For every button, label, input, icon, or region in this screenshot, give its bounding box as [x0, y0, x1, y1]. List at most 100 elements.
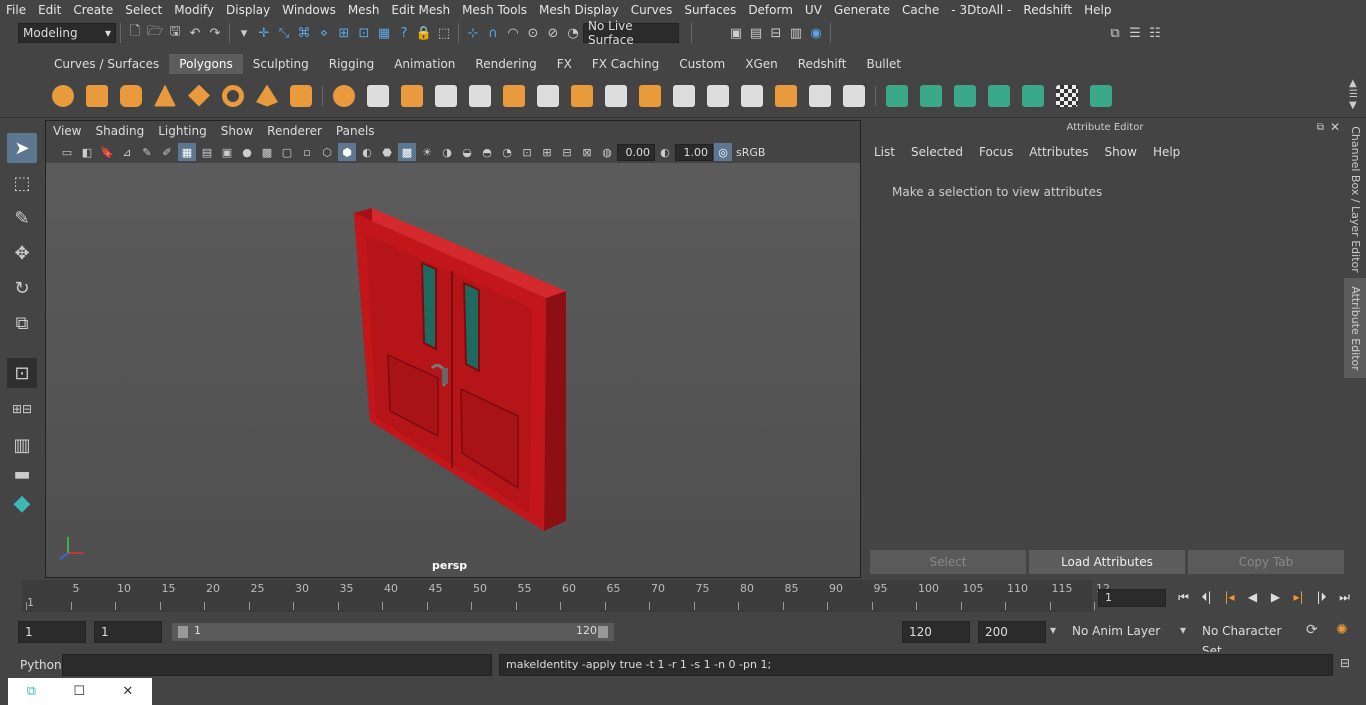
tab-fx-caching[interactable]: FX Caching: [582, 54, 669, 74]
resolution-gate-icon[interactable]: ▣: [218, 143, 236, 161]
viewport-menu-renderer[interactable]: Renderer: [260, 124, 329, 138]
open-scene-icon[interactable]: 🗁: [145, 23, 165, 43]
rotate-tool-icon[interactable]: ↻: [7, 273, 37, 303]
unfold-uv-icon[interactable]: [1018, 81, 1048, 111]
range-start-field[interactable]: 1: [94, 621, 162, 643]
depth-of-field-icon[interactable]: ◔: [498, 143, 516, 161]
poly-prism-icon[interactable]: [252, 81, 282, 111]
tab-custom[interactable]: Custom: [669, 54, 735, 74]
menu-item-help[interactable]: Help: [1078, 3, 1117, 17]
snap-view-icon[interactable]: ▦: [374, 23, 394, 43]
color-management-icon[interactable]: ◎: [714, 143, 732, 161]
viewport-menu-lighting[interactable]: Lighting: [151, 124, 214, 138]
copy-tab-button[interactable]: Copy Tab: [1188, 550, 1344, 574]
offset-edge-loop-icon[interactable]: [669, 81, 699, 111]
spherical-uv-icon[interactable]: [950, 81, 980, 111]
lasso-tool-icon[interactable]: ⬚: [7, 168, 37, 198]
viewport-menu-view[interactable]: View: [46, 124, 88, 138]
mode-dropdown[interactable]: Modeling ▾: [18, 23, 116, 43]
anim-layer-dropdown[interactable]: No Anim Layer: [1066, 621, 1176, 643]
snap-to-curve-icon[interactable]: ∩: [483, 23, 503, 43]
attr-menu-help[interactable]: Help: [1145, 145, 1188, 159]
step-back-key-icon[interactable]: ⏴|: [1195, 586, 1218, 608]
chevron-down-icon[interactable]: ▾: [1050, 623, 1056, 637]
tab-redshift[interactable]: Redshift: [788, 54, 857, 74]
chevron-down-icon[interactable]: ▾: [234, 23, 254, 43]
render-icon[interactable]: ▤: [746, 23, 766, 43]
poly-cone-icon[interactable]: [150, 81, 180, 111]
go-to-end-icon[interactable]: ⏭: [1333, 586, 1356, 608]
float-panel-icon[interactable]: ⧉: [1317, 122, 1324, 133]
target-weld-icon[interactable]: [737, 81, 767, 111]
chevron-down-icon[interactable]: ▾: [1180, 623, 1186, 637]
xray-active-icon[interactable]: ⊠: [578, 143, 596, 161]
script-editor-icon[interactable]: ⊟: [1340, 656, 1350, 670]
step-back-frame-icon[interactable]: |◂: [1218, 586, 1241, 608]
tab-sculpting[interactable]: Sculpting: [243, 54, 319, 74]
separate-icon[interactable]: [363, 81, 393, 111]
live-surface-field[interactable]: No Live Surface: [583, 19, 679, 47]
uv-editor-icon[interactable]: [1086, 81, 1116, 111]
timeline-ticks[interactable]: 1 5 10 15 20 25 30 35 40 45 50 55 60 65 70 75 80 85 90 95 10…: [22, 580, 1110, 612]
isolate-select-icon[interactable]: ⊡: [518, 143, 536, 161]
tab-curves-surfaces[interactable]: Curves / Surfaces: [44, 54, 169, 74]
poly-cube-icon[interactable]: [82, 81, 112, 111]
character-set-dropdown[interactable]: No Character Set: [1196, 621, 1296, 658]
attr-menu-show[interactable]: Show: [1097, 145, 1145, 159]
render-view-icon[interactable]: ▣: [726, 23, 746, 43]
render-settings-icon[interactable]: ▥: [786, 23, 806, 43]
wireframe-on-shaded-icon[interactable]: ◐: [358, 143, 376, 161]
image-plane-icon[interactable]: ⊿: [118, 143, 136, 161]
tab-fx[interactable]: FX: [547, 54, 582, 74]
gate-mask-icon[interactable]: ●: [238, 143, 256, 161]
step-forward-key-icon[interactable]: |⏵: [1310, 586, 1333, 608]
attr-menu-selected[interactable]: Selected: [903, 145, 971, 159]
select-by-component-icon[interactable]: ⌘: [294, 23, 314, 43]
exposure-field[interactable]: 0.00: [617, 143, 655, 161]
scale-tool-icon[interactable]: ⧉: [7, 308, 37, 338]
menu-item-create[interactable]: Create: [67, 3, 119, 17]
safe-title-icon[interactable]: ▫: [298, 143, 316, 161]
merge-icon[interactable]: [703, 81, 733, 111]
tab-rendering[interactable]: Rendering: [465, 54, 546, 74]
menu-item-surfaces[interactable]: Surfaces: [678, 3, 742, 17]
poly-plane-icon[interactable]: [184, 81, 214, 111]
snap-curve-icon[interactable]: ⊞: [334, 23, 354, 43]
wedge-icon[interactable]: [839, 81, 869, 111]
preferences-icon[interactable]: ✺: [1336, 622, 1348, 638]
menu-item-select[interactable]: Select: [119, 3, 168, 17]
range-slider[interactable]: 1 120: [172, 623, 614, 641]
camera-select-icon[interactable]: ▭: [58, 143, 76, 161]
paint-select-tool-icon[interactable]: ✎: [7, 203, 37, 233]
menu-item-deform[interactable]: Deform: [742, 3, 799, 17]
bridge-icon[interactable]: [533, 81, 563, 111]
menu-item-display[interactable]: Display: [220, 3, 276, 17]
grease-pencil-icon[interactable]: ✎: [138, 143, 156, 161]
redo-icon[interactable]: ↷: [205, 23, 225, 43]
safe-action-icon[interactable]: ▢: [278, 143, 296, 161]
poke-face-icon[interactable]: [805, 81, 835, 111]
menu-item-redshift[interactable]: Redshift: [1017, 3, 1078, 17]
hypershade-icon[interactable]: ◉: [806, 23, 826, 43]
bookmark-icon[interactable]: 🔖: [98, 143, 116, 161]
attr-menu-focus[interactable]: Focus: [971, 145, 1021, 159]
tab-xgen[interactable]: XGen: [735, 54, 788, 74]
workspace-icon[interactable]: ⧉: [1105, 23, 1125, 43]
motion-blur-icon[interactable]: ◒: [458, 143, 476, 161]
move-tool-icon[interactable]: ✥: [7, 238, 37, 268]
poly-torus-icon[interactable]: [218, 81, 248, 111]
start-frame-field[interactable]: 1: [18, 621, 86, 643]
tab-polygons[interactable]: Polygons: [169, 54, 243, 74]
attr-menu-attributes[interactable]: Attributes: [1021, 145, 1096, 159]
textured-icon[interactable]: ⬣: [378, 143, 396, 161]
outliner-layout-icon[interactable]: ▬: [7, 464, 37, 485]
range-slider-end-handle[interactable]: [598, 626, 608, 638]
tab-channel-box[interactable]: Channel Box / Layer Editor: [1344, 124, 1366, 274]
smooth-icon[interactable]: [431, 81, 461, 111]
select-by-object-icon[interactable]: ⤡: [274, 23, 294, 43]
auto-key-icon[interactable]: ⟳: [1306, 622, 1318, 638]
film-gate-icon[interactable]: ▤: [198, 143, 216, 161]
viewport-scene[interactable]: persp: [46, 163, 860, 577]
single-view-layout-icon[interactable]: ⊡: [7, 358, 37, 388]
history-icon[interactable]: ◔: [563, 23, 583, 43]
